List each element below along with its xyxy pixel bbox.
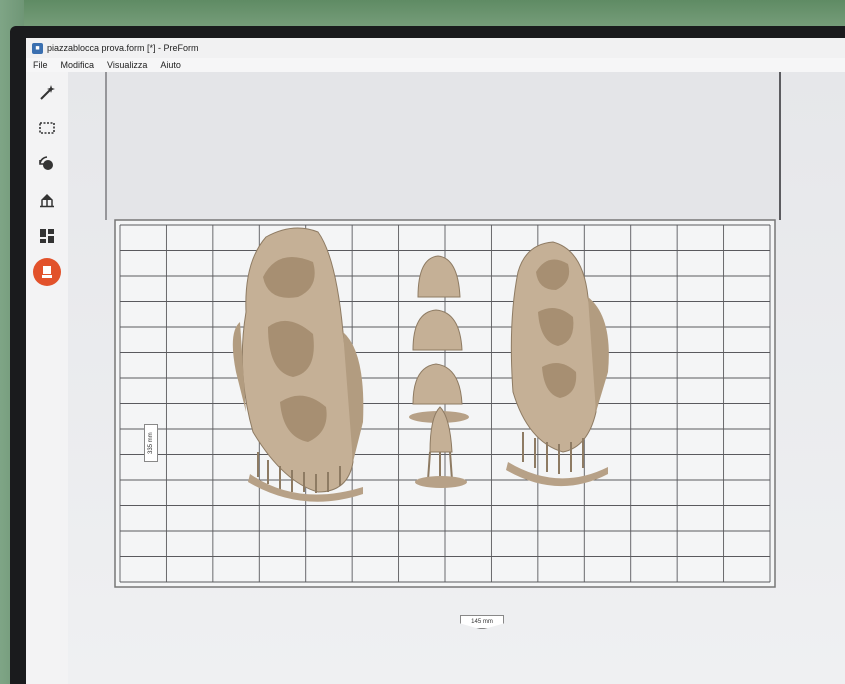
print-job-button[interactable] <box>33 258 61 286</box>
platform-depth-label: 335 mm <box>144 424 158 462</box>
screen: ■ piazzablocca prova.form [*] - PreForm … <box>26 38 845 684</box>
menu-bar: File Modifica Visualizza Aiuto <box>26 58 845 72</box>
build-volume-back-wall <box>106 72 780 220</box>
orientation-button[interactable] <box>33 150 61 178</box>
layout-button[interactable] <box>33 222 61 250</box>
title-bar: ■ piazzablocca prova.form [*] - PreForm <box>26 38 845 58</box>
supports-icon <box>40 194 54 208</box>
orientation-icon <box>39 156 53 170</box>
magic-wand-button[interactable] <box>33 78 61 106</box>
print-job-icon <box>42 266 52 278</box>
menu-visualizza[interactable]: Visualizza <box>100 60 153 70</box>
select-box-button[interactable] <box>33 114 61 142</box>
menu-file[interactable]: File <box>26 60 54 70</box>
menu-modifica[interactable]: Modifica <box>54 60 101 70</box>
magic-wand-icon <box>40 85 55 100</box>
layout-icon <box>40 229 54 243</box>
supports-button[interactable] <box>33 186 61 214</box>
left-toolbar <box>26 72 69 684</box>
build-volume-scene <box>105 72 781 588</box>
3d-viewport[interactable]: 335 mm 145 mm <box>68 72 845 684</box>
menu-aiuto[interactable]: Aiuto <box>153 60 187 70</box>
window-title: piazzablocca prova.form [*] - PreForm <box>47 43 199 53</box>
selection-box-icon <box>39 122 55 134</box>
preform-app-icon: ■ <box>32 42 43 54</box>
